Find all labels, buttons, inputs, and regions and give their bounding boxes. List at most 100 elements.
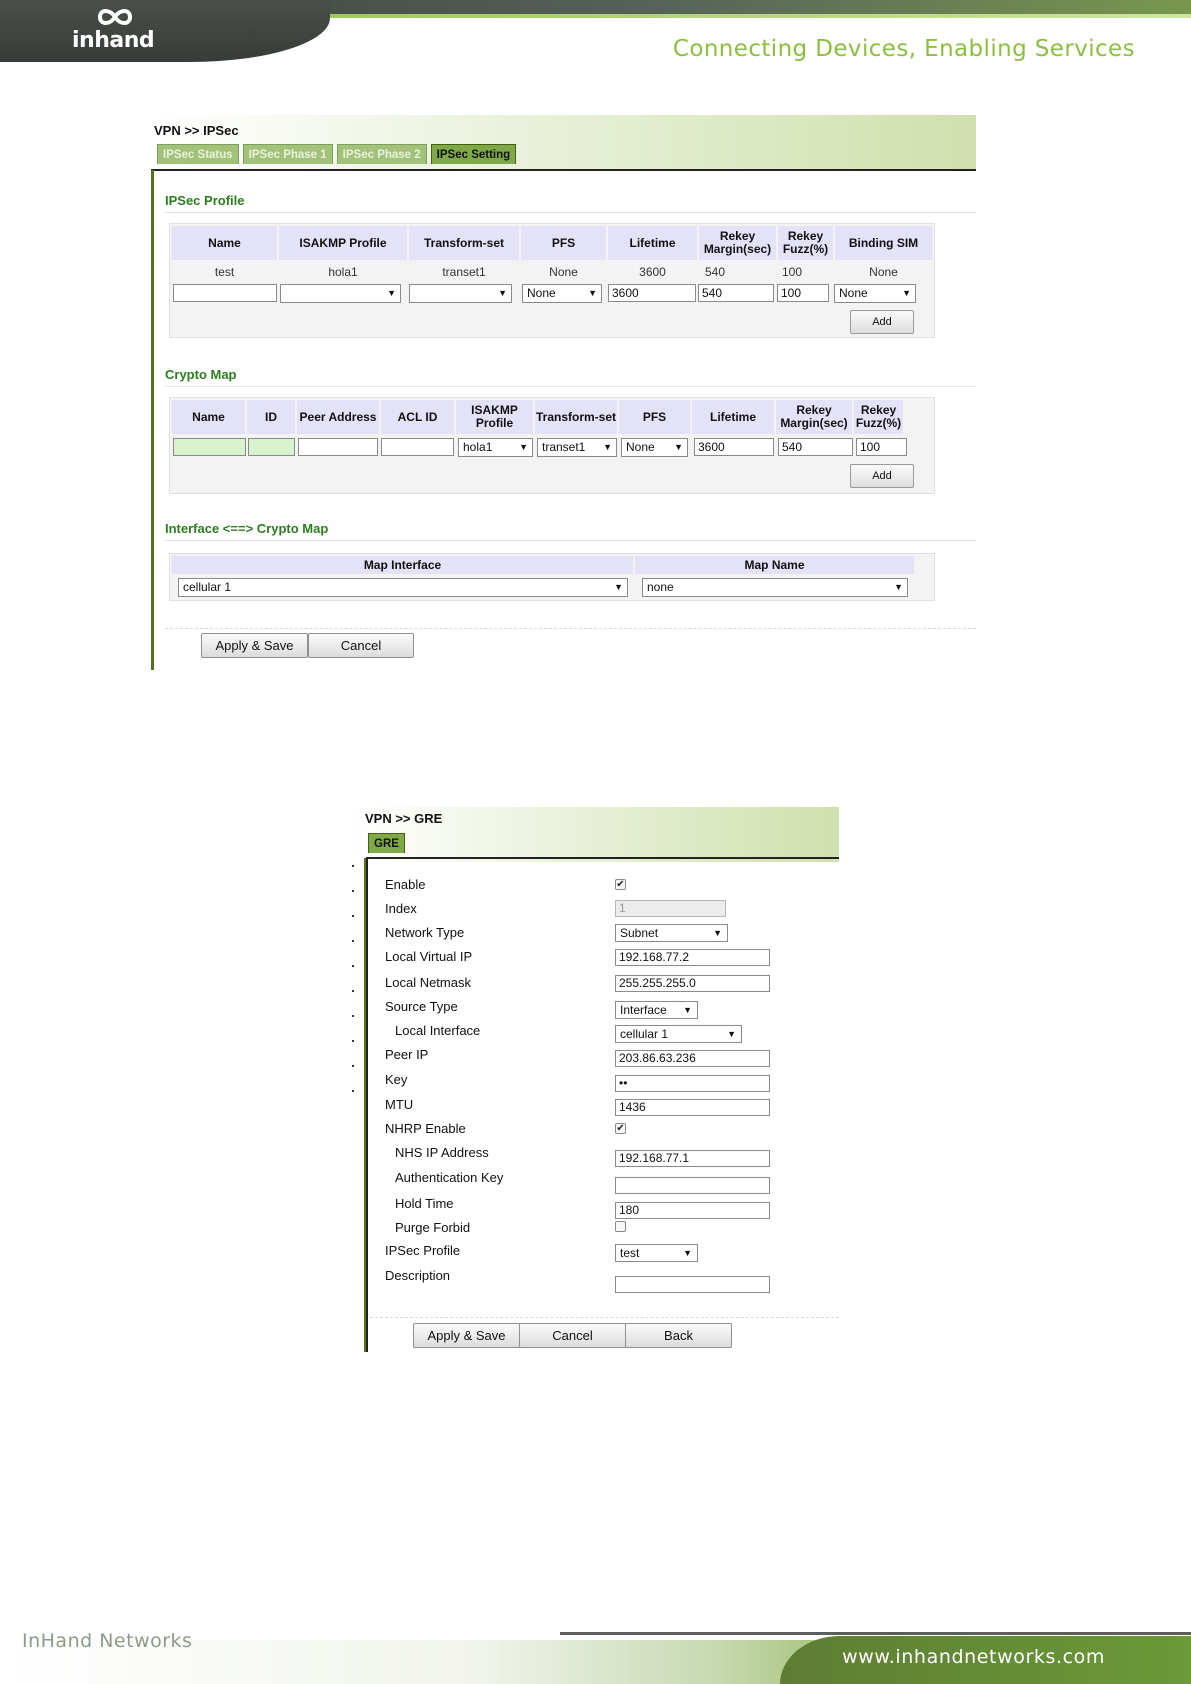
gre-panel: VPN >> GRE GRE Enable ✔ Index 1 Network …: [352, 807, 839, 1352]
breadcrumb: VPN >> IPSec: [154, 123, 239, 138]
col-header-map-interface: Map Interface: [172, 556, 633, 574]
auth-key-field[interactable]: [615, 1177, 770, 1194]
col-header-transform-set: Transform-set: [535, 400, 617, 434]
gre-back-button[interactable]: Back: [625, 1323, 732, 1348]
ipsec-cancel-button[interactable]: Cancel: [308, 633, 414, 658]
enable-label: Enable: [385, 877, 426, 892]
profile-add-button[interactable]: Add: [850, 310, 914, 334]
section-interface-crypto-map: Interface <==> Crypto Map: [165, 521, 329, 536]
header-logo-area: [0, 0, 330, 62]
hold-time-field[interactable]: 180: [615, 1202, 770, 1219]
gre-apply-save-button[interactable]: Apply & Save: [413, 1323, 520, 1348]
bullet-dot: [352, 1065, 354, 1067]
bullet-dot: [352, 965, 354, 967]
nhrp-enable-checkbox[interactable]: ✔: [615, 1123, 626, 1134]
col-header-name: Name: [172, 226, 277, 260]
mtu-label: MTU: [385, 1097, 414, 1112]
col-header-lifetime: Lifetime: [692, 400, 774, 434]
profile-isakmp-select[interactable]: [280, 284, 401, 303]
cell-rekey-fuzz: 100: [781, 265, 803, 279]
bullet-dot: [352, 1090, 354, 1092]
crypto-isakmp-select[interactable]: hola1: [458, 438, 533, 457]
col-header-transform-set: Transform-set: [409, 226, 519, 260]
cell-pfs: None: [549, 265, 578, 279]
form-divider: [370, 1317, 839, 1318]
purge-forbid-checkbox[interactable]: [615, 1221, 626, 1232]
col-header-pfs: PFS: [619, 400, 690, 434]
crypto-rekey-fuzz-input[interactable]: 100: [856, 438, 907, 456]
col-header-acl-id: ACL ID: [381, 400, 454, 434]
crypto-pfs-select[interactable]: None: [621, 438, 688, 457]
crypto-lifetime-input[interactable]: 3600: [694, 438, 774, 456]
crypto-map-table: Name ID Peer Address ACL ID ISAKMP Profi…: [169, 397, 935, 494]
section-ipsec-profile: IPSec Profile: [165, 193, 245, 208]
ipsec-profile-select[interactable]: test: [615, 1244, 698, 1262]
col-header-pfs: PFS: [521, 226, 606, 260]
profile-binding-sim-select[interactable]: None: [834, 284, 916, 303]
network-type-label: Network Type: [385, 925, 465, 940]
crypto-name-input[interactable]: [173, 438, 246, 456]
col-header-rekey-margin: Rekey Margin(sec): [699, 226, 776, 260]
profile-pfs-select[interactable]: None: [522, 284, 602, 303]
local-virtual-ip-field[interactable]: 192.168.77.2: [615, 949, 770, 966]
profile-name-input[interactable]: [173, 284, 277, 302]
col-header-id: ID: [247, 400, 295, 434]
tab-bar: GRE: [368, 833, 405, 853]
tab-bar: IPSec Status IPSec Phase 1 IPSec Phase 2…: [157, 144, 517, 164]
enable-checkbox[interactable]: ✔: [615, 879, 626, 890]
profile-transform-select[interactable]: [409, 284, 512, 303]
section-divider: [165, 386, 976, 387]
description-label: Description: [385, 1268, 451, 1283]
nhs-ip-field[interactable]: 192.168.77.1: [615, 1150, 770, 1167]
section-divider: [165, 212, 976, 213]
interface-map-table: Map Interface Map Name cellular 1 none: [169, 553, 935, 601]
purge-forbid-label: Purge Forbid: [395, 1220, 471, 1235]
description-field[interactable]: [615, 1276, 770, 1293]
tab-gre[interactable]: GRE: [368, 833, 405, 853]
gre-cancel-button[interactable]: Cancel: [519, 1323, 626, 1348]
tab-ipsec-phase-2[interactable]: IPSec Phase 2: [336, 144, 427, 164]
header-tagline: Connecting Devices, Enabling Services: [672, 36, 1135, 62]
tab-ipsec-status[interactable]: IPSec Status: [157, 144, 239, 164]
tab-ipsec-setting[interactable]: IPSec Setting: [430, 144, 517, 164]
local-interface-label: Local Interface: [395, 1023, 481, 1038]
panel-top-border: [366, 857, 839, 859]
nhs-ip-label: NHS IP Address: [395, 1145, 489, 1160]
local-netmask-field[interactable]: 255.255.255.0: [615, 975, 770, 992]
crypto-add-button[interactable]: Add: [850, 464, 914, 488]
col-header-map-name: Map Name: [635, 556, 914, 574]
cell-transform-set: transet1: [442, 265, 486, 279]
profile-lifetime-input[interactable]: 3600: [608, 284, 696, 302]
peer-ip-field[interactable]: 203.86.63.236: [615, 1050, 770, 1067]
key-label: Key: [385, 1072, 408, 1087]
crypto-rekey-margin-input[interactable]: 540: [778, 438, 853, 456]
bullet-dot: [352, 890, 354, 892]
breadcrumb: VPN >> GRE: [365, 811, 443, 826]
tab-ipsec-phase-1[interactable]: IPSec Phase 1: [242, 144, 333, 164]
crypto-transform-select[interactable]: transet1: [537, 438, 617, 457]
ipsec-apply-save-button[interactable]: Apply & Save: [201, 633, 308, 658]
panel-top-border: [151, 169, 976, 171]
profile-rekey-margin-input[interactable]: 540: [698, 284, 774, 302]
crypto-acl-id-input[interactable]: [381, 438, 454, 456]
crypto-id-input[interactable]: [248, 438, 295, 456]
mtu-field[interactable]: 1436: [615, 1099, 770, 1116]
col-header-isakmp-profile: ISAKMP Profile: [279, 226, 407, 260]
bullet-dot: [352, 865, 354, 867]
header-accent-line: [300, 14, 1191, 18]
ipsec-profile-label: IPSec Profile: [385, 1243, 461, 1258]
network-type-select[interactable]: Subnet: [615, 924, 728, 942]
source-type-select[interactable]: Interface: [615, 1001, 698, 1019]
map-interface-select[interactable]: cellular 1: [178, 578, 628, 597]
local-interface-select[interactable]: cellular 1: [615, 1025, 742, 1043]
ipsec-profile-table: Name ISAKMP Profile Transform-set PFS Li…: [169, 223, 935, 338]
footer-website: www.inhandnetworks.com: [842, 1646, 1105, 1668]
auth-key-label: Authentication Key: [395, 1170, 504, 1185]
map-name-select[interactable]: none: [642, 578, 908, 597]
cell-binding-sim: None: [869, 265, 898, 279]
profile-rekey-fuzz-input[interactable]: 100: [777, 284, 829, 302]
key-field[interactable]: ••: [615, 1075, 770, 1092]
crypto-peer-address-input[interactable]: [298, 438, 378, 456]
col-header-isakmp-profile: ISAKMP Profile: [456, 400, 533, 434]
col-header-name: Name: [172, 400, 245, 434]
